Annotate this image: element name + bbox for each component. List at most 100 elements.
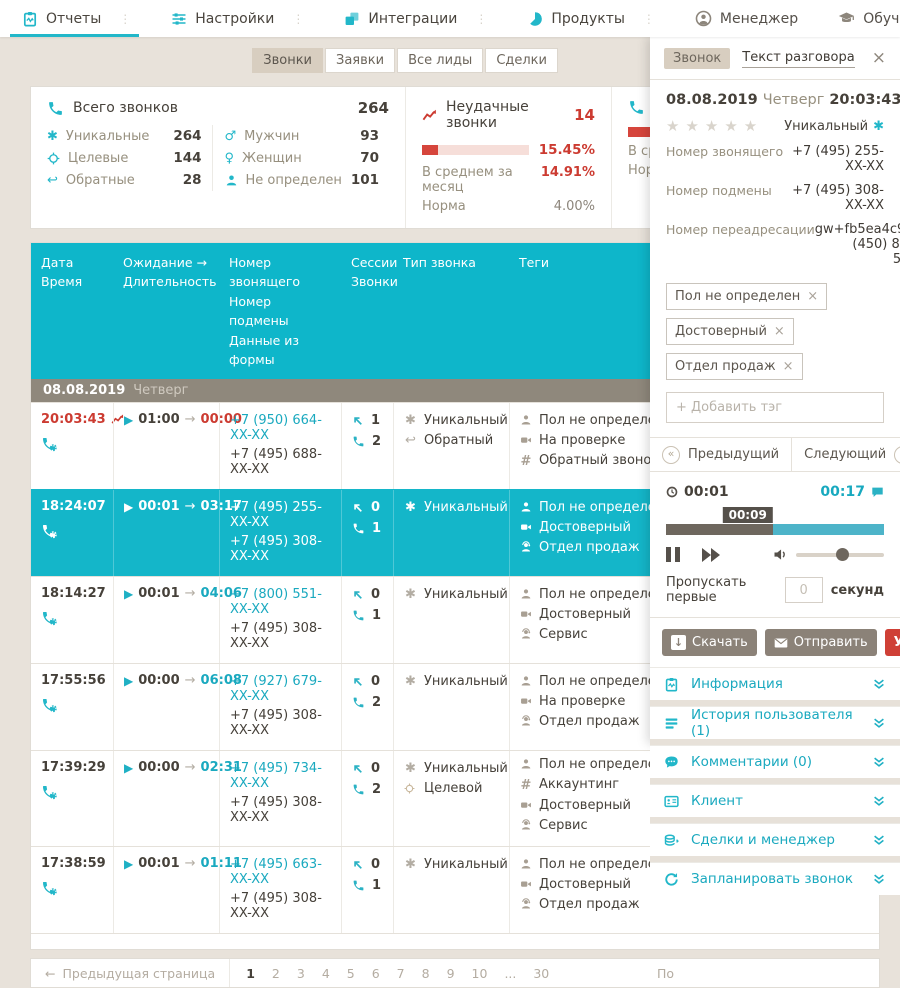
nav-tab-integrations[interactable]: Интеграции ⋮ xyxy=(322,0,505,37)
previous-call-button[interactable]: « Предыдущий xyxy=(650,438,791,471)
delete-button[interactable]: Удалить xyxy=(885,629,900,656)
chevron-left-circle-icon: « xyxy=(662,446,680,464)
headset-icon xyxy=(520,819,532,831)
page-number[interactable]: 2 xyxy=(272,966,280,981)
nav-item-manager[interactable]: Менеджер xyxy=(673,0,816,37)
session-cursor-icon xyxy=(352,859,364,871)
phone-icon xyxy=(352,522,365,535)
tag-chip[interactable]: Отдел продаж× xyxy=(666,353,803,380)
rating-stars[interactable]: ★★★★★ xyxy=(666,117,763,135)
callback-icon[interactable] xyxy=(41,697,103,713)
remove-tag-icon[interactable]: × xyxy=(807,289,818,304)
page-number[interactable]: 3 xyxy=(297,966,305,981)
volume-knob[interactable] xyxy=(836,548,849,561)
col-header-numbers[interactable]: Номер звонящегоНомер подменыДанные из фо… xyxy=(219,243,341,379)
add-tag-input[interactable] xyxy=(666,392,884,423)
page-number[interactable]: 30 xyxy=(533,966,549,981)
page-number[interactable]: 10 xyxy=(472,966,488,981)
chevron-double-down-icon xyxy=(872,716,886,730)
failed-percent: 15.45% xyxy=(539,142,595,158)
col-header-sessions[interactable]: СессииЗвонки xyxy=(341,243,393,379)
callback-icon[interactable] xyxy=(41,784,103,800)
top-nav: Отчеты ⋮ Настройки ⋮ Интеграции ⋮ Продук… xyxy=(0,0,900,37)
tag-chip[interactable]: Пол не определен× xyxy=(666,283,827,310)
field-substitute-number: Номер подмены +7 (495) 308-XX-XX xyxy=(666,183,884,213)
tag-chip[interactable]: Достоверный× xyxy=(666,318,794,345)
fast-forward-button[interactable] xyxy=(702,548,720,562)
page-number[interactable]: 6 xyxy=(372,966,380,981)
target-icon xyxy=(47,152,60,165)
menu-dots-icon[interactable]: ⋮ xyxy=(119,12,131,26)
callback-icon[interactable] xyxy=(41,436,103,452)
next-call-button[interactable]: Следующий » xyxy=(791,438,900,471)
nav-tab-settings[interactable]: Настройки ⋮ xyxy=(149,0,322,37)
col-header-datetime[interactable]: ДатаВремя xyxy=(31,243,113,379)
stat-row: Норма 4.00% xyxy=(422,197,595,216)
play-icon[interactable]: ▶ xyxy=(124,500,133,514)
callback-icon[interactable] xyxy=(41,880,103,896)
page-number[interactable]: 7 xyxy=(397,966,405,981)
nav-tab-products[interactable]: Продукты ⋮ xyxy=(505,0,673,37)
page-number[interactable]: 4 xyxy=(322,966,330,981)
remove-tag-icon[interactable]: × xyxy=(783,359,794,374)
tab-all-leads[interactable]: Все лиды xyxy=(397,48,483,73)
volume-slider[interactable] xyxy=(796,553,884,557)
callback-icon[interactable] xyxy=(41,610,103,626)
seek-bar[interactable]: 00:09 xyxy=(666,524,884,535)
col-header-type[interactable]: Тип звонка xyxy=(393,243,509,379)
tab-requests[interactable]: Заявки xyxy=(325,48,395,73)
tab-transcript[interactable]: Текст разговора xyxy=(742,50,854,68)
nav-tab-label: Продукты xyxy=(551,11,625,27)
clock-icon xyxy=(666,486,678,498)
history-icon xyxy=(664,716,679,731)
integrations-icon xyxy=(344,11,360,27)
download-button[interactable]: ↓ Скачать xyxy=(662,629,757,656)
accordion-comments[interactable]: Комментарии (0) xyxy=(650,745,900,778)
callback-icon[interactable] xyxy=(41,523,103,539)
page-number[interactable]: 8 xyxy=(422,966,430,981)
comment-icon xyxy=(664,755,679,770)
accordion-schedule-call[interactable]: Запланировать звонок xyxy=(650,862,900,895)
volume-icon[interactable] xyxy=(773,547,788,562)
arrow-right-icon: → xyxy=(185,856,196,871)
col-header-duration[interactable]: Ожидание →Длительность xyxy=(113,243,219,379)
speech-bubble-icon[interactable] xyxy=(871,486,884,499)
send-button[interactable]: Отправить xyxy=(765,629,877,656)
headset-icon xyxy=(520,541,532,553)
play-icon[interactable]: ▶ xyxy=(124,587,133,601)
accordion-deals-manager[interactable]: Сделки и менеджер xyxy=(650,823,900,856)
camera-icon xyxy=(520,695,532,707)
seek-played xyxy=(666,524,773,535)
page-number[interactable]: 5 xyxy=(347,966,355,981)
accordion-information[interactable]: Информация xyxy=(650,667,900,700)
pause-button[interactable] xyxy=(666,547,680,562)
play-icon[interactable]: ▶ xyxy=(124,413,133,427)
camera-icon xyxy=(520,434,532,446)
nav-tab-reports[interactable]: Отчеты ⋮ xyxy=(0,0,149,37)
total-calls-value: 264 xyxy=(358,99,389,117)
page-number[interactable]: 1 xyxy=(246,966,255,981)
arrow-left-icon: ← xyxy=(45,966,55,981)
menu-dots-icon[interactable]: ⋮ xyxy=(475,12,487,26)
phone-icon xyxy=(352,783,365,796)
close-icon[interactable]: × xyxy=(872,50,886,67)
page-number[interactable]: 9 xyxy=(447,966,455,981)
accordion-user-history[interactable]: История пользователя (1) xyxy=(650,706,900,739)
target-icon xyxy=(404,783,417,794)
previous-page-button[interactable]: ← Предыдущая страница xyxy=(31,959,230,987)
accordion-client[interactable]: Клиент xyxy=(650,784,900,817)
tab-call[interactable]: Звонок xyxy=(664,48,730,69)
tab-deals[interactable]: Сделки xyxy=(485,48,558,73)
menu-dots-icon[interactable]: ⋮ xyxy=(292,12,304,26)
play-icon[interactable]: ▶ xyxy=(124,674,133,688)
skip-seconds-input[interactable] xyxy=(785,577,823,603)
play-icon[interactable]: ▶ xyxy=(124,761,133,775)
menu-dots-icon[interactable]: ⋮ xyxy=(643,12,655,26)
play-icon[interactable]: ▶ xyxy=(124,857,133,871)
clipboard-icon xyxy=(664,677,679,692)
tab-calls[interactable]: Звонки xyxy=(252,48,323,73)
return-arrow-icon: ↩ xyxy=(404,433,417,448)
nav-item-education[interactable]: Обучение xyxy=(816,0,900,37)
remove-tag-icon[interactable]: × xyxy=(774,324,785,339)
seek-tooltip: 00:09 xyxy=(723,507,773,523)
